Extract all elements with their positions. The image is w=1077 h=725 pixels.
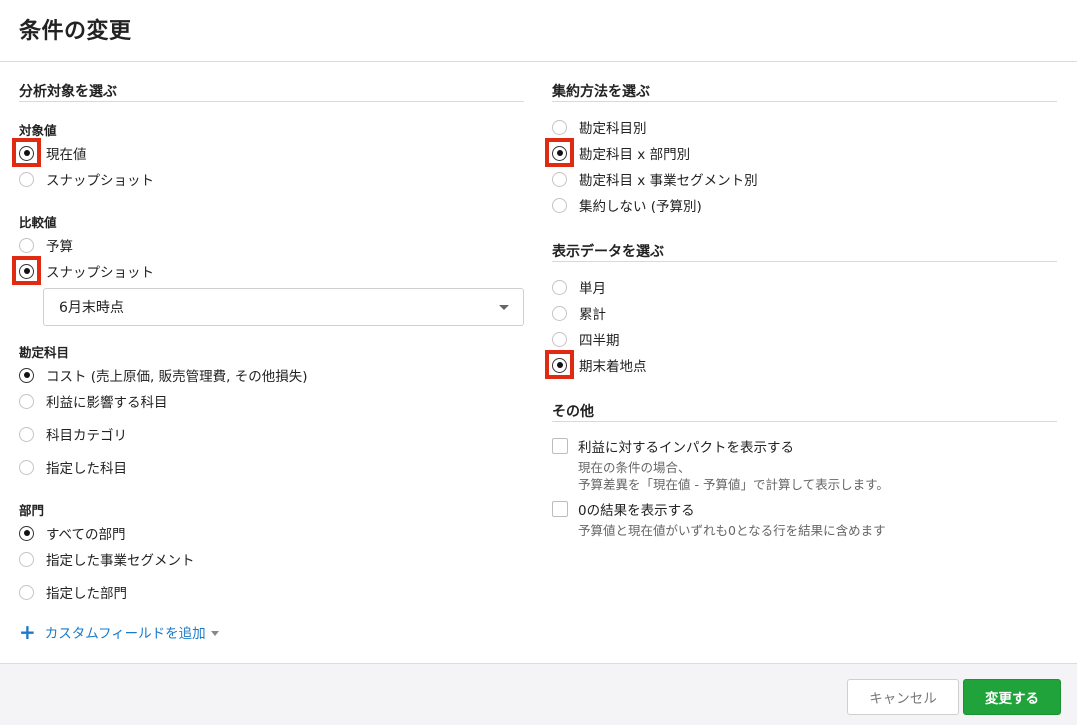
radio-button-checked[interactable] bbox=[19, 367, 34, 383]
radio-compare-budget[interactable]: 予算 bbox=[19, 234, 73, 256]
radio-aggregation-account[interactable]: 勘定科目別 bbox=[552, 116, 647, 138]
radio-accounts-profit[interactable]: 利益に影響する科目 bbox=[19, 390, 168, 412]
add-custom-field-link[interactable]: + カスタムフィールドを追加 bbox=[19, 622, 219, 642]
radio-button[interactable] bbox=[552, 305, 567, 321]
section-title-aggregation: 集約方法を選ぶ bbox=[552, 81, 1057, 102]
caret-down-icon bbox=[499, 305, 509, 310]
help-text-profit-impact-1: 現在の条件の場合、 bbox=[578, 460, 691, 475]
radio-button-checked[interactable] bbox=[19, 263, 34, 279]
radio-button[interactable] bbox=[19, 459, 34, 475]
radio-departments-specified[interactable]: 指定した部門 bbox=[19, 581, 127, 603]
radio-aggregation-account-segment[interactable]: 勘定科目 x 事業セグメント別 bbox=[552, 168, 758, 190]
submit-button[interactable]: 変更する bbox=[963, 679, 1061, 715]
cancel-button[interactable]: キャンセル bbox=[847, 679, 959, 715]
radio-button[interactable] bbox=[19, 237, 34, 253]
radio-target-current[interactable]: 現在値 bbox=[19, 142, 87, 164]
radio-display-quarter[interactable]: 四半期 bbox=[552, 328, 620, 350]
radio-button[interactable] bbox=[552, 119, 567, 135]
radio-button[interactable] bbox=[552, 197, 567, 213]
help-text-profit-impact-2: 予算差異を「現在値 - 予算値」で計算して表示します。 bbox=[578, 477, 889, 492]
radio-departments-segment[interactable]: 指定した事業セグメント bbox=[19, 548, 195, 570]
section-title-display-data: 表示データを選ぶ bbox=[552, 241, 1057, 262]
radio-accounts-category[interactable]: 科目カテゴリ bbox=[19, 423, 127, 445]
add-custom-field-label: カスタムフィールドを追加 bbox=[44, 626, 206, 642]
radio-display-year-end[interactable]: 期末着地点 bbox=[552, 354, 647, 376]
radio-button-checked[interactable] bbox=[19, 525, 34, 541]
radio-accounts-cost[interactable]: コスト (売上原価, 販売管理費, その他損失) bbox=[19, 364, 308, 386]
radio-button-checked[interactable] bbox=[552, 145, 567, 161]
radio-button[interactable] bbox=[19, 393, 34, 409]
radio-display-monthly[interactable]: 単月 bbox=[552, 276, 606, 298]
section-title-analysis-target: 分析対象を選ぶ bbox=[19, 81, 524, 102]
radio-display-cumulative[interactable]: 累計 bbox=[552, 302, 606, 324]
radio-button[interactable] bbox=[19, 426, 34, 442]
plus-icon: + bbox=[19, 620, 36, 644]
checkbox[interactable] bbox=[552, 501, 568, 517]
radio-button-checked[interactable] bbox=[552, 357, 567, 373]
help-text-show-zero: 予算値と現在値がいずれも0となる行を結果に含めます bbox=[578, 523, 886, 538]
radio-button[interactable] bbox=[552, 279, 567, 295]
snapshot-select[interactable]: 6月末時点 bbox=[43, 288, 524, 326]
checkbox-show-zero[interactable]: 0の結果を表示する bbox=[552, 498, 695, 520]
radio-button[interactable] bbox=[552, 171, 567, 187]
dialog-header: 条件の変更 bbox=[0, 0, 1077, 62]
radio-compare-snapshot[interactable]: スナップショット bbox=[19, 260, 154, 282]
radio-button[interactable] bbox=[19, 584, 34, 600]
snapshot-select-value: 6月末時点 bbox=[59, 300, 124, 316]
radio-button[interactable] bbox=[552, 331, 567, 347]
group-label-compare: 比較値 bbox=[19, 215, 57, 230]
group-label-accounts: 勘定科目 bbox=[19, 345, 70, 360]
group-label-target: 対象値 bbox=[19, 123, 57, 138]
dialog-title: 条件の変更 bbox=[19, 19, 132, 44]
radio-aggregation-none[interactable]: 集約しない (予算別) bbox=[552, 194, 702, 216]
radio-aggregation-account-department[interactable]: 勘定科目 x 部門別 bbox=[552, 142, 690, 164]
section-title-other: その他 bbox=[552, 401, 1057, 422]
radio-button-checked[interactable] bbox=[19, 145, 34, 161]
radio-target-snapshot[interactable]: スナップショット bbox=[19, 168, 154, 190]
checkbox[interactable] bbox=[552, 438, 568, 454]
radio-accounts-specified[interactable]: 指定した科目 bbox=[19, 456, 127, 478]
radio-button[interactable] bbox=[19, 551, 34, 567]
radio-button[interactable] bbox=[19, 171, 34, 187]
radio-departments-all[interactable]: すべての部門 bbox=[19, 522, 126, 544]
checkbox-profit-impact[interactable]: 利益に対するインパクトを表示する bbox=[552, 435, 794, 457]
group-label-departments: 部門 bbox=[19, 503, 45, 518]
dialog-footer: キャンセル 変更する bbox=[0, 663, 1077, 725]
caret-down-icon bbox=[210, 630, 219, 636]
